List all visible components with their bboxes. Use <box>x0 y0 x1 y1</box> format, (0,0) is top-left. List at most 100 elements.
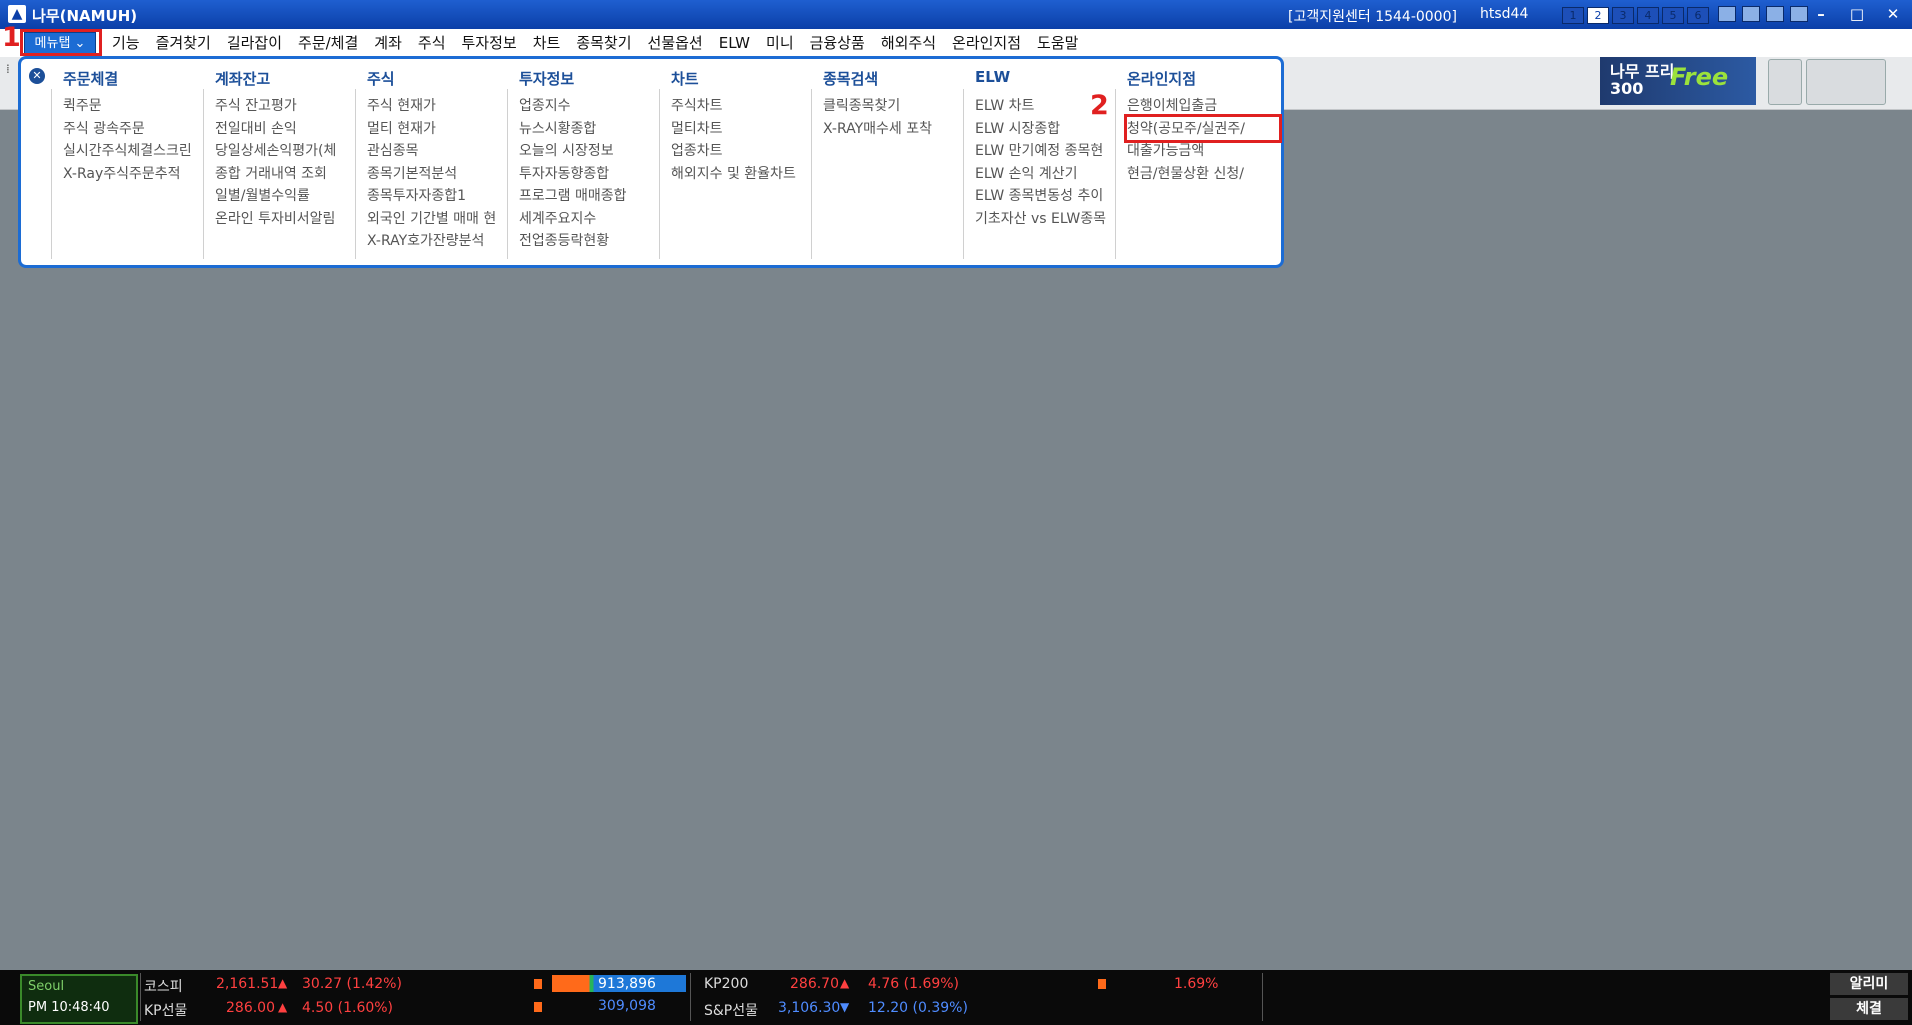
maximize-button[interactable]: □ <box>1848 5 1866 23</box>
menu-column-order: 주문체결 퀵주문 주식 광속주문 실시간주식체결스크린 X-Ray주식주문추적 <box>51 59 203 259</box>
menu-link[interactable]: 주식 광속주문 <box>63 118 203 141</box>
column-divider <box>51 89 52 259</box>
menu-item-help[interactable]: 도움말 <box>1029 29 1086 57</box>
close-icon[interactable]: ✕ <box>29 68 45 84</box>
menu-dropdown-panel: ✕ 주문체결 퀵주문 주식 광속주문 실시간주식체결스크린 X-Ray주식주문추… <box>18 56 1284 268</box>
screen-slot-2[interactable]: 2 <box>1587 7 1609 24</box>
menu-link[interactable]: 멀티 현재가 <box>367 118 507 141</box>
clock-time: PM 10:48:40 <box>28 1000 110 1015</box>
utility-icons[interactable] <box>1806 59 1886 105</box>
column-items: 주식 잔고평가 전일대비 손익 당일상세손익평가(체 종합 거래내역 조회 일별… <box>215 95 355 230</box>
menu-link[interactable]: 주식 잔고평가 <box>215 95 355 118</box>
minimize-button[interactable]: – <box>1812 5 1830 23</box>
menu-link[interactable]: 뉴스시황종합 <box>519 118 659 141</box>
menu-item-favorites[interactable]: 즐겨찾기 <box>148 29 219 57</box>
kp-futures-label: KP선물 <box>144 1003 188 1019</box>
menu-link[interactable]: 전일대비 손익 <box>215 118 355 141</box>
menu-link[interactable]: 현금/현물상환 신청/ <box>1127 163 1273 186</box>
column-divider <box>659 89 660 259</box>
menu-link[interactable]: 주식차트 <box>671 95 811 118</box>
menu-item-function[interactable]: 기능 <box>104 29 148 57</box>
screen-slot-group: 1 2 3 4 5 6 <box>1562 7 1709 24</box>
menu-link[interactable]: 관심종목 <box>367 140 507 163</box>
menu-link[interactable]: 멀티차트 <box>671 118 811 141</box>
menu-link[interactable]: 오늘의 시장정보 <box>519 140 659 163</box>
screen-slot-3[interactable]: 3 <box>1612 7 1634 24</box>
menu-item-mini[interactable]: 미니 <box>758 29 802 57</box>
menu-item-futures-options[interactable]: 선물옵션 <box>640 29 711 57</box>
menu-item-order[interactable]: 주문/체결 <box>290 29 366 57</box>
menu-link[interactable]: 당일상세손익평가(체 <box>215 140 355 163</box>
menu-link[interactable]: 프로그램 매매종합 <box>519 185 659 208</box>
monitor-icon[interactable] <box>1766 6 1784 22</box>
column-header: 주식 <box>367 70 395 88</box>
title-bar: ▲ 나무(NAMUH) [고객지원센터 1544-0000] htsd44 1 … <box>0 0 1912 29</box>
sp-futures-value: 3,106.30 <box>778 1000 841 1016</box>
monitor-icon[interactable] <box>1742 6 1760 22</box>
column-divider <box>203 89 204 259</box>
menu-item-account[interactable]: 계좌 <box>366 29 410 57</box>
monitor-icon[interactable] <box>1790 6 1808 22</box>
column-items: 주식 현재가 멀티 현재가 관심종목 종목기본적분석 종목투자자종합1 외국인 … <box>367 95 507 253</box>
alarm-button[interactable]: 알리미 <box>1830 973 1908 995</box>
menu-link[interactable]: 퀵주문 <box>63 95 203 118</box>
up-arrow-icon: ▲ <box>278 1000 288 1014</box>
menu-link[interactable]: 종목투자자종합1 <box>367 185 507 208</box>
monitor-icon-group <box>1718 6 1808 22</box>
menu-item-elw[interactable]: ELW <box>711 29 758 57</box>
menu-item-guide[interactable]: 길라잡이 <box>219 29 290 57</box>
menu-link[interactable]: 주식 현재가 <box>367 95 507 118</box>
up-arrow-icon: ▲ <box>840 976 850 990</box>
column-header: 투자정보 <box>519 70 575 88</box>
promo-banner[interactable]: 나무 프리300 Free <box>1600 57 1756 105</box>
screen-slot-6[interactable]: 6 <box>1687 7 1709 24</box>
toolbar-grip-icon[interactable]: ⁞ <box>6 62 10 76</box>
menu-item-stock[interactable]: 주식 <box>410 29 454 57</box>
column-header: 계좌잔고 <box>215 70 271 88</box>
screen-slot-5[interactable]: 5 <box>1662 7 1684 24</box>
column-divider <box>507 89 508 259</box>
execution-button[interactable]: 체결 <box>1830 998 1908 1020</box>
menu-link[interactable]: 온라인 투자비서알림 <box>215 208 355 231</box>
volume-value-2: 309,098 <box>598 998 656 1014</box>
divider <box>1262 973 1263 1021</box>
screen-slot-1[interactable]: 1 <box>1562 7 1584 24</box>
menu-item-chart[interactable]: 차트 <box>525 29 569 57</box>
menu-link[interactable]: X-Ray주식주문추적 <box>63 163 203 186</box>
monitor-icon[interactable] <box>1718 6 1736 22</box>
menu-link[interactable]: 실시간주식체결스크린 <box>63 140 203 163</box>
menu-link[interactable]: 해외지수 및 환율차트 <box>671 163 811 186</box>
world-clock[interactable]: Seoul PM 10:48:40 <box>20 974 138 1024</box>
menu-link[interactable]: ELW 종목변동성 추이 <box>975 185 1115 208</box>
kp200-change: 4.76 (1.69%) <box>868 976 960 992</box>
menu-link[interactable]: 클릭종목찾기 <box>823 95 963 118</box>
menu-link[interactable]: 업종지수 <box>519 95 659 118</box>
menu-item-stock-search[interactable]: 종목찾기 <box>568 29 639 57</box>
down-arrow-icon: ▼ <box>840 1000 850 1014</box>
close-button[interactable]: ✕ <box>1884 5 1902 23</box>
menu-item-overseas-stock[interactable]: 해외주식 <box>873 29 944 57</box>
menu-item-online-branch[interactable]: 온라인지점 <box>944 29 1029 57</box>
menu-link[interactable]: 투자자동향종합 <box>519 163 659 186</box>
calculator-icon[interactable] <box>1768 59 1802 105</box>
menu-link[interactable]: 종합 거래내역 조회 <box>215 163 355 186</box>
menu-link[interactable]: ELW 손익 계산기 <box>975 163 1115 186</box>
kospi-label: 코스피 <box>144 979 183 995</box>
menu-link[interactable]: 기초자산 vs ELW종목 <box>975 208 1115 231</box>
tick-marker <box>1098 979 1106 989</box>
menu-link[interactable]: X-RAY매수세 포착 <box>823 118 963 141</box>
menu-link[interactable]: ELW 만기예정 종목현 <box>975 140 1115 163</box>
menu-link[interactable]: 세계주요지수 <box>519 208 659 231</box>
menu-link[interactable]: 업종차트 <box>671 140 811 163</box>
menu-link[interactable]: 대출가능금액 <box>1127 140 1273 163</box>
screen-slot-4[interactable]: 4 <box>1637 7 1659 24</box>
sp-futures-label: S&P선물 <box>704 1003 759 1019</box>
menu-link[interactable]: X-RAY호가잔량분석 <box>367 230 507 253</box>
menu-link[interactable]: 일별/월별수익률 <box>215 185 355 208</box>
menu-item-financial-products[interactable]: 금융상품 <box>802 29 873 57</box>
menu-link[interactable]: 전업종등락현황 <box>519 230 659 253</box>
menu-link[interactable]: 외국인 기간별 매매 현 <box>367 208 507 231</box>
menu-item-investment-info[interactable]: 투자정보 <box>454 29 525 57</box>
menu-link[interactable]: 종목기본적분석 <box>367 163 507 186</box>
menu-items: 기능 즐겨찾기 길라잡이 주문/체결 계좌 주식 투자정보 차트 종목찾기 선물… <box>104 29 1086 57</box>
